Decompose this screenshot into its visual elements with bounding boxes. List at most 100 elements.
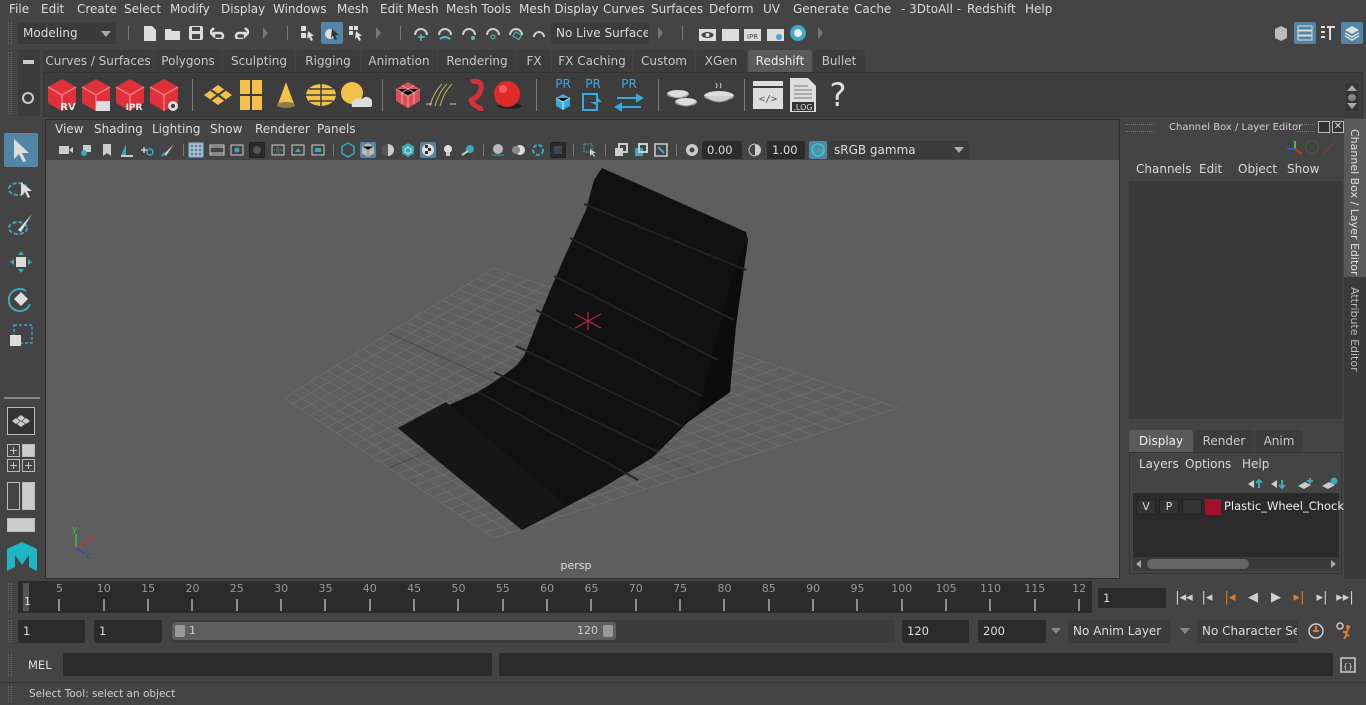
camera-icon[interactable] [58,142,74,158]
layer-display-type-toggle[interactable] [1182,499,1202,515]
redshift-pr-export-icon[interactable]: PR [580,75,608,115]
wireframe-on-shaded-icon[interactable] [400,142,416,158]
move-tool-icon[interactable] [4,245,38,279]
redshift-pr-swap-icon[interactable]: PR [614,75,644,115]
redshift-hair-icon[interactable] [426,78,456,112]
undo-icon[interactable] [209,23,227,43]
xray-icon[interactable] [613,142,629,158]
save-scene-icon[interactable] [187,23,205,43]
paint-select-tool-icon[interactable] [4,208,38,242]
close-panel-icon[interactable]: ✕ [1332,121,1344,133]
mode-selector[interactable]: Modeling [18,22,116,44]
redo-icon[interactable] [232,23,250,43]
layer-tab-render[interactable]: Render [1194,430,1254,452]
select-by-object-icon[interactable] [321,22,343,44]
image-plane-icon[interactable] [118,142,134,158]
time-slider[interactable]: 1 5 10 15 20 25 30 35 40 45 50 55 60 65 70 75 80 85 90 95 1… [18,581,1092,613]
side-tab-attribute-editor[interactable]: Attribute Editor [1344,279,1366,379]
shelf-grip[interactable] [8,52,12,114]
2d-pan-zoom-icon[interactable] [139,142,155,158]
redshift-batch-render-icon[interactable] [80,76,112,114]
shelf-tab-fx-caching[interactable]: FX Caching [552,50,632,72]
float-panel-icon[interactable] [1318,121,1330,133]
grease-pencil-icon[interactable] [160,142,176,158]
redshift-settings-icon[interactable] [148,76,180,114]
redshift-log-icon[interactable]: .LOG [788,76,818,114]
redshift-baking-sets-icon[interactable] [666,77,700,113]
xray-joints-icon[interactable] [653,142,669,158]
menu-edit-mesh[interactable]: Edit Mesh [380,2,439,16]
persp-graph-layout-icon[interactable] [7,518,35,532]
shelf-gear-icon[interactable] [22,92,34,104]
menu-redshift[interactable]: Redshift [967,2,1016,16]
redshift-portal-light-icon[interactable] [238,77,264,113]
timeline-grip[interactable] [8,583,12,611]
viewport-menu-shading[interactable]: Shading [94,122,143,136]
speed-toggle-icon[interactable] [1305,140,1319,154]
film-gate-icon[interactable] [209,142,225,158]
attribute-editor-toggle-icon[interactable] [1294,22,1316,44]
snap-to-point-icon[interactable] [459,23,479,43]
go-to-start-icon[interactable]: |◂◂ [1175,588,1193,606]
menu-generate[interactable]: Generate [793,2,849,16]
menu-cache[interactable]: Cache [854,2,891,16]
shelf-tab-custom[interactable]: Custom [633,50,695,72]
four-pane-layout-icon[interactable]: + + + [7,444,35,472]
shelf-tab-fx[interactable]: FX [517,50,551,72]
shelf-tab-polygons[interactable]: Polygons [154,50,222,72]
redshift-area-light-icon[interactable] [202,79,234,111]
textured-icon[interactable] [420,142,436,158]
color-management-toggle-icon[interactable]: ON [809,141,827,159]
shelf-tab-bullet[interactable]: Bullet [813,50,865,72]
smooth-shade-icon[interactable] [360,142,376,158]
play-forwards-icon[interactable]: ▶ [1267,588,1285,606]
range-slider-bar[interactable]: 1 120 [172,622,616,640]
depth-of-field-icon[interactable] [550,142,566,158]
start-time-field[interactable]: 1 [18,620,85,643]
modeling-toolkit-icon[interactable] [1271,23,1291,43]
menu-mesh-tools[interactable]: Mesh Tools [446,2,511,16]
layer-color-swatch[interactable] [1205,499,1221,515]
redshift-render-view-icon[interactable]: RV [46,76,78,114]
layer-visibility-toggle[interactable]: V [1136,499,1156,515]
channel-show-menu[interactable]: Show [1287,162,1319,176]
menu-curves[interactable]: Curves [603,2,645,16]
snap-to-grid-icon[interactable] [411,23,431,43]
command-input[interactable] [63,653,492,676]
anim-layer-dropdown-icon[interactable] [1051,628,1061,634]
new-layer-from-selected-icon[interactable] [1321,477,1339,491]
layer-name[interactable]: Plastic_Wheel_Chock_l [1224,499,1353,513]
menu-edit[interactable]: Edit [41,2,64,16]
menu-windows[interactable]: Windows [273,2,327,16]
play-backwards-icon[interactable]: ◀ [1244,588,1262,606]
shelf-tab-redshift[interactable]: Redshift [748,50,812,72]
resolution-gate-icon[interactable] [229,142,245,158]
range-start-handle[interactable] [175,625,185,637]
ipr-render-icon[interactable]: IPR [742,23,762,43]
gamma-field[interactable]: 1.00 [767,141,805,159]
redshift-sun-sky-icon[interactable] [338,79,372,111]
shelf-tab-rigging[interactable]: Rigging [296,50,360,72]
render-frame-icon[interactable] [720,23,740,43]
menu-surfaces[interactable]: Surfaces [651,2,703,16]
gate-mask-icon[interactable] [249,142,265,158]
character-set-dropdown-icon[interactable] [1180,628,1190,634]
select-by-component-icon[interactable] [346,23,366,43]
auto-key-icon[interactable] [1306,621,1326,641]
range-end-handle[interactable] [603,625,613,637]
new-empty-layer-icon[interactable] [1297,477,1315,491]
snap-to-view-plane-icon[interactable] [483,23,503,43]
menu-select[interactable]: Select [124,2,161,16]
status-line-grip[interactable] [8,22,12,44]
layer-tab-anim[interactable]: Anim [1255,430,1303,452]
side-tab-channel-box[interactable]: Channel Box / Layer Editor [1344,119,1366,277]
redshift-pr-object-icon[interactable]: PR [549,75,577,115]
menu-file[interactable]: File [9,2,29,16]
channel-object-menu[interactable]: Object [1238,162,1277,176]
step-forward-frame-icon[interactable]: ▸| [1313,588,1331,606]
menu-uv[interactable]: UV [763,2,780,16]
shelf-menu-icon[interactable] [23,60,34,64]
shelf-tab-animation[interactable]: Animation [361,50,437,72]
viewport-menu-renderer[interactable]: Renderer [255,122,310,136]
hyperbolic-toggle-icon[interactable] [1321,140,1337,156]
